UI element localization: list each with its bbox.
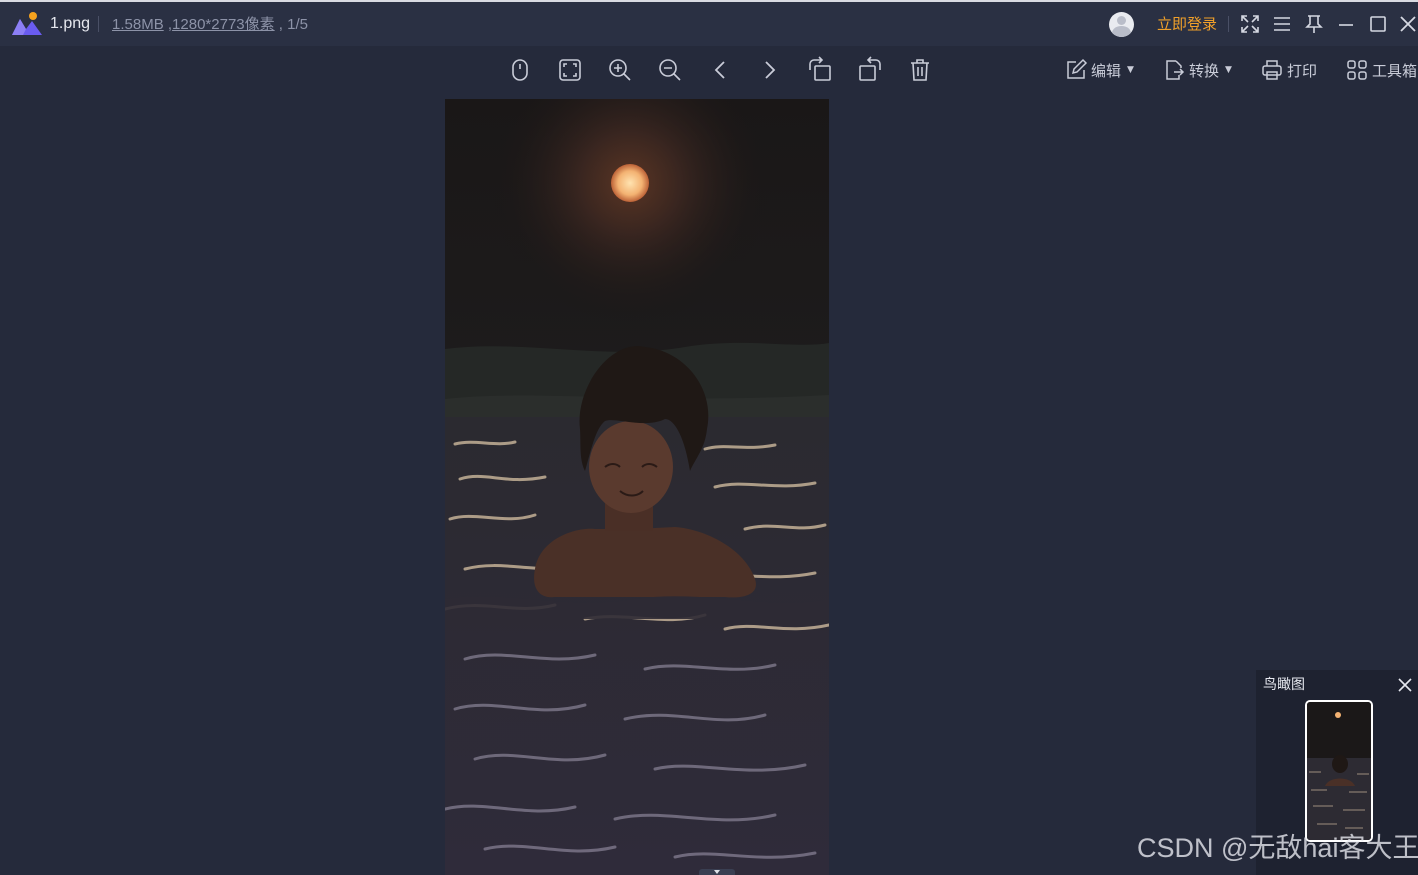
title-divider-right — [1228, 16, 1229, 32]
csdn-watermark: CSDN @无敌hai客大王 — [1137, 833, 1418, 863]
edit-caret-icon: ▼ — [1127, 65, 1134, 75]
image-viewer-window: 1.png 1.58MB ,1280*2773像素 , 1/5 立即登录 编辑 … — [0, 0, 1418, 875]
minimize-icon[interactable] — [1335, 13, 1357, 35]
toolbox-label: 工具箱 — [1372, 61, 1418, 80]
close-icon[interactable] — [1397, 13, 1418, 35]
convert-caret-icon: ▼ — [1225, 65, 1232, 75]
file-info: 1.58MB ,1280*2773像素 , 1/5 — [112, 15, 308, 35]
edit-label: 编辑 — [1091, 61, 1122, 80]
navigator-close-icon[interactable] — [1396, 676, 1414, 694]
user-avatar[interactable] — [1109, 12, 1134, 37]
rotate-left-icon[interactable] — [806, 56, 834, 84]
edit-menu-button[interactable]: 编辑 ▼ — [1064, 57, 1134, 83]
image-canvas[interactable] — [445, 99, 829, 875]
dimensions-link[interactable]: 1280*2773像素 — [172, 16, 275, 33]
info-comma-2: , — [274, 16, 288, 33]
maximize-icon[interactable] — [1367, 13, 1389, 35]
convert-label: 转换 — [1189, 61, 1220, 80]
title-divider — [98, 16, 99, 32]
avatar-body — [1112, 26, 1131, 37]
print-button[interactable]: 打印 — [1260, 57, 1317, 83]
menu-icon[interactable] — [1271, 13, 1293, 35]
edit-icon — [1067, 58, 1088, 79]
rotate-right-icon[interactable] — [856, 56, 884, 84]
zoom-in-icon[interactable] — [606, 56, 634, 84]
title-bar: 1.png 1.58MB ,1280*2773像素 , 1/5 立即登录 — [0, 2, 1418, 46]
print-icon — [1262, 60, 1282, 80]
delete-icon[interactable] — [906, 56, 934, 84]
toolbar: 编辑 ▼ 转换 ▼ 打印 工具箱 — [0, 46, 1418, 94]
scroll-down-handle[interactable] — [699, 869, 735, 875]
convert-menu-button[interactable]: 转换 ▼ — [1162, 57, 1232, 83]
toolbox-icon — [1347, 60, 1367, 80]
navigator-thumbnail[interactable] — [1305, 700, 1373, 842]
pin-icon[interactable] — [1303, 13, 1325, 35]
print-label: 打印 — [1287, 61, 1318, 80]
info-comma: , — [163, 16, 173, 33]
convert-icon — [1166, 60, 1185, 80]
image-position: 1/5 — [287, 16, 308, 33]
app-logo-icon — [12, 12, 42, 35]
toolbox-button[interactable]: 工具箱 — [1345, 57, 1417, 83]
zoom-out-icon[interactable] — [656, 56, 684, 84]
login-link[interactable]: 立即登录 — [1157, 14, 1217, 34]
file-size-link[interactable]: 1.58MB — [112, 16, 164, 33]
next-icon[interactable] — [756, 56, 784, 84]
previous-icon[interactable] — [706, 56, 734, 84]
avatar-head — [1117, 16, 1126, 25]
navigator-title: 鸟瞰图 — [1263, 677, 1305, 693]
thumbnail-image — [1307, 702, 1371, 840]
fit-window-icon[interactable] — [556, 56, 584, 84]
file-name: 1.png — [50, 15, 91, 32]
mouse-icon[interactable] — [506, 56, 534, 84]
fullscreen-icon[interactable] — [1239, 13, 1261, 35]
displayed-image — [445, 99, 829, 875]
